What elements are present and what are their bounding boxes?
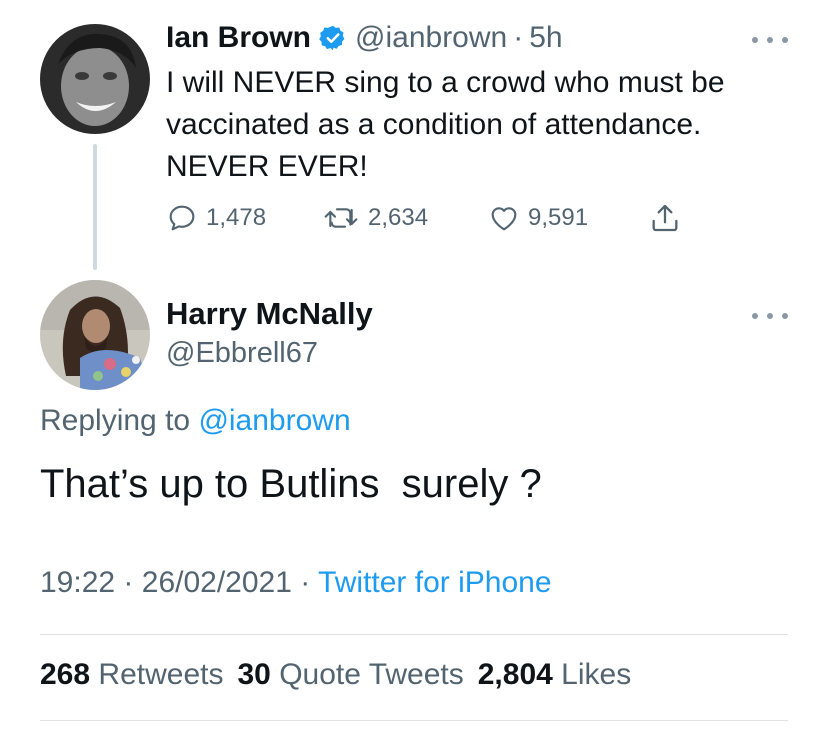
meta-separator: · <box>300 566 311 599</box>
likes-stat[interactable]: 2,804 Likes <box>478 658 631 691</box>
reply-icon <box>169 205 195 231</box>
replying-to-line: Replying to @ianbrown <box>40 404 351 438</box>
parent-more-options-icon[interactable] <box>752 34 788 46</box>
parent-tweet-header: Ian Brown @ianbrown · 5h <box>166 16 563 60</box>
retweets-label: Retweets <box>98 658 224 691</box>
avatar-harry-mcnally[interactable] <box>40 280 150 390</box>
reply-author-handle[interactable]: @Ebbrell67 <box>166 337 318 370</box>
likes-count: 2,804 <box>477 658 553 691</box>
likes-label: Likes <box>561 658 632 691</box>
reply-more-options-icon[interactable] <box>752 310 788 322</box>
share-icon <box>652 204 678 232</box>
parent-tweet-text: I will NEVER sing to a crowd who must be… <box>166 66 725 183</box>
like-action-button[interactable]: 9,591 <box>488 200 588 236</box>
parent-author-name[interactable]: Ian Brown <box>166 21 311 55</box>
reply-author-name[interactable]: Harry McNally <box>166 296 373 332</box>
replying-to-mention-link[interactable]: @ianbrown <box>198 404 350 437</box>
quote-tweets-count: 30 <box>237 658 271 691</box>
retweet-count: 2,634 <box>368 204 429 231</box>
retweet-icon <box>324 208 358 228</box>
replying-to-prefix: Replying to <box>40 404 191 437</box>
meta-separator: · <box>123 566 134 599</box>
quote-tweets-stat[interactable]: 30 Quote Tweets <box>237 658 463 691</box>
engagement-stats: 268 Retweets 30 Quote Tweets 2,804 Likes <box>40 658 631 692</box>
tweet-timestamp-line: 19:22 · 26/02/2021 · Twitter for iPhone <box>40 566 552 600</box>
tweet-source-link[interactable]: Twitter for iPhone <box>318 566 551 599</box>
reply-tweet-text: That’s up to Butlins surely ? <box>40 462 542 506</box>
reply-count: 1,478 <box>206 204 267 231</box>
like-count: 9,591 <box>528 204 589 231</box>
share-action-button[interactable] <box>648 200 690 236</box>
retweets-stat[interactable]: 268 Retweets <box>40 658 223 691</box>
divider <box>40 720 788 721</box>
tweet-time[interactable]: 19:22 <box>40 566 115 599</box>
divider <box>40 634 788 635</box>
heart-icon <box>491 207 517 231</box>
tweet-date[interactable]: 26/02/2021 <box>142 566 292 599</box>
avatar-ian-brown-image <box>40 24 150 134</box>
reply-action-button[interactable]: 1,478 <box>166 200 266 236</box>
quote-tweets-label: Quote Tweets <box>279 658 464 691</box>
avatar-ian-brown[interactable] <box>40 24 150 134</box>
verified-badge-icon <box>319 24 347 52</box>
avatar-harry-mcnally-image <box>40 280 150 390</box>
header-separator: · <box>513 21 524 54</box>
thread-connector-line <box>93 144 97 270</box>
parent-author-handle[interactable]: @ianbrown <box>355 21 507 55</box>
retweets-count: 268 <box>40 658 91 691</box>
retweet-action-button[interactable]: 2,634 <box>322 200 428 236</box>
parent-tweet-time[interactable]: 5h <box>529 21 562 55</box>
